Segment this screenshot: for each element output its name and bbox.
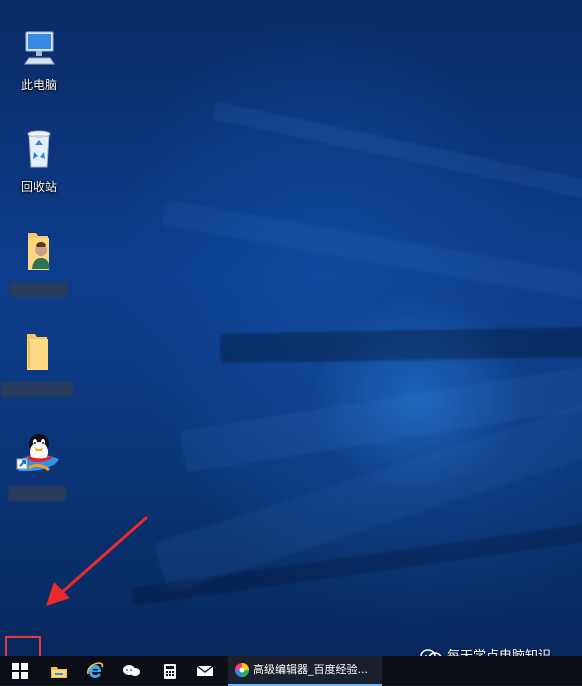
desktop-icon-folder[interactable] — [0, 330, 78, 397]
desktop-icon-this-pc[interactable]: 此电脑 — [0, 28, 80, 92]
desktop: 此电脑 回收站 高级编辑器_百度经验... — [0, 0, 582, 686]
desktop-icon-label: 此电脑 — [20, 78, 57, 92]
ie-browser-icon — [87, 662, 104, 678]
calculator-icon — [164, 663, 176, 679]
taskbar-wechat-button[interactable] — [120, 656, 144, 686]
taskbar-active-window[interactable]: 高级编辑器_百度经验... — [228, 656, 382, 686]
desktop-icon-label-redacted — [8, 486, 66, 501]
wallpaper-light-beam — [131, 522, 582, 606]
desktop-icon-label-redacted — [1, 382, 73, 397]
desktop-icon-label: 回收站 — [20, 180, 57, 194]
wallpaper-light-beam — [212, 101, 582, 207]
desktop-icon-label-redacted — [10, 282, 68, 297]
active-window-label: 高级编辑器_百度经验... — [253, 664, 368, 676]
desktop-icon-recycle-bin[interactable]: 回收站 — [0, 128, 80, 194]
qq-icon — [16, 434, 59, 472]
taskbar-calculator-button[interactable] — [158, 656, 182, 686]
taskbar: 高级编辑器_百度经验... — [0, 656, 582, 686]
user-folder-icon — [28, 233, 50, 270]
color-wheel-icon — [235, 663, 249, 677]
recycle-bin-icon — [27, 130, 51, 168]
taskbar-mail-button[interactable] — [193, 656, 217, 686]
start-button[interactable] — [7, 656, 33, 686]
folder-icon — [27, 334, 48, 370]
computer-icon — [24, 31, 55, 65]
annotation-arrow — [46, 516, 148, 606]
desktop-icon-user-folder[interactable] — [0, 230, 80, 297]
wallpaper-light-beam — [179, 359, 582, 473]
wallpaper-light-beam — [219, 326, 582, 364]
file-explorer-icon — [51, 666, 67, 678]
taskbar-file-explorer-button[interactable] — [47, 656, 71, 686]
wechat-icon — [123, 665, 140, 676]
desktop-icon-qq[interactable] — [0, 428, 78, 501]
wallpaper-light-beam — [153, 398, 582, 594]
taskbar-ie-button[interactable] — [83, 656, 107, 686]
mail-icon — [196, 665, 214, 676]
wallpaper-light-beam — [161, 199, 582, 307]
windows-start-icon — [12, 663, 28, 679]
